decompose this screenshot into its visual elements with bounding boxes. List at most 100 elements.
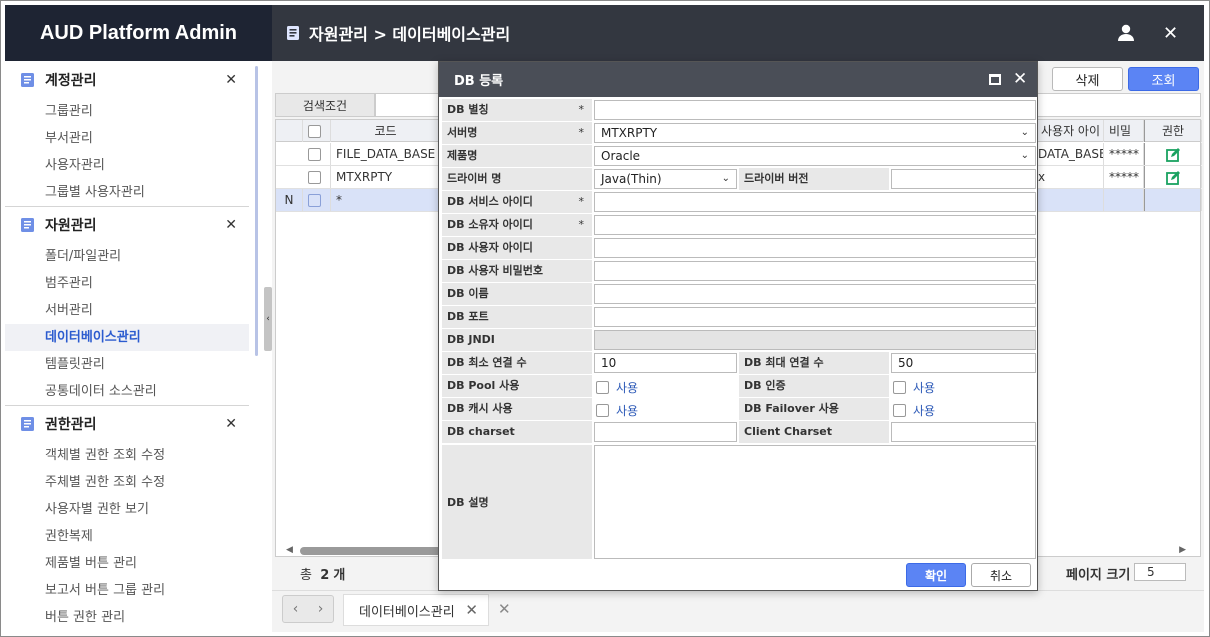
user-id-input[interactable] bbox=[594, 238, 1036, 258]
pool-checkbox[interactable]: 사용 bbox=[596, 379, 638, 396]
client-charset-input[interactable] bbox=[891, 422, 1036, 442]
sidebar-item-user-permission[interactable]: 사용자별 권한 보기 bbox=[5, 496, 249, 523]
tab-bar: ‹ › 데이터베이스관리 ✕ ✕ bbox=[272, 590, 1204, 632]
row-charset: DB charset Client Charset bbox=[442, 421, 1036, 443]
row-checkbox[interactable] bbox=[308, 148, 321, 161]
user-icon[interactable] bbox=[1117, 24, 1135, 42]
label-pool: DB Pool 사용 bbox=[442, 375, 592, 397]
description-textarea[interactable] bbox=[594, 445, 1036, 559]
select-all-checkbox[interactable] bbox=[308, 125, 321, 138]
collapse-sidebar-handle[interactable]: ‹ bbox=[264, 287, 272, 351]
sidebar-item-department[interactable]: 부서관리 bbox=[5, 125, 249, 152]
chevron-left-icon[interactable]: ‹ bbox=[293, 601, 299, 617]
document-icon bbox=[21, 417, 34, 431]
auth-checkbox[interactable]: 사용 bbox=[893, 379, 935, 396]
select-all-cell bbox=[303, 120, 331, 142]
row-user-id: DB 사용자 아이디 bbox=[442, 237, 1036, 259]
close-section-icon[interactable]: ✕ bbox=[225, 416, 237, 432]
row-checkbox[interactable] bbox=[308, 171, 321, 184]
header-auth[interactable]: 권한 bbox=[1144, 120, 1202, 142]
sidebar-item-database[interactable]: 데이터베이스관리 bbox=[5, 324, 249, 351]
page-size-input[interactable]: 5 bbox=[1134, 563, 1186, 581]
row-db-name: DB 이름 bbox=[442, 283, 1036, 305]
row-connections: DB 최소 연결 수 10 DB 최대 연결 수 50 bbox=[442, 352, 1036, 374]
header-user-id[interactable]: 사용자 아이 bbox=[1036, 120, 1104, 142]
alias-input[interactable] bbox=[594, 100, 1036, 120]
label-client-charset: Client Charset bbox=[739, 421, 889, 443]
header-password[interactable]: 비밀 bbox=[1104, 120, 1144, 142]
sidebar-item-common-datasource[interactable]: 공통데이터 소스관리 bbox=[5, 378, 249, 405]
sidebar-item-button-permission[interactable]: 버튼 권한 관리 bbox=[5, 604, 249, 631]
row-checkbox-cell bbox=[303, 143, 331, 165]
row-checkbox[interactable] bbox=[308, 194, 321, 207]
owner-id-input[interactable] bbox=[594, 215, 1036, 235]
sidebar-item-server[interactable]: 서버관리 bbox=[5, 297, 249, 324]
scroll-left-icon[interactable]: ◀ bbox=[286, 545, 293, 555]
row-server: 서버명 * MTXRPTY ⌄ bbox=[442, 122, 1036, 144]
confirm-button[interactable]: 확인 bbox=[906, 563, 966, 587]
server-select[interactable]: MTXRPTY ⌄ bbox=[594, 123, 1036, 143]
sidebar-item-group[interactable]: 그룹관리 bbox=[5, 98, 249, 125]
cell-user-id: DATA_BASE bbox=[1036, 143, 1104, 165]
max-connections-input[interactable]: 50 bbox=[891, 353, 1036, 373]
maximize-icon[interactable] bbox=[989, 74, 1001, 85]
close-all-tabs-icon[interactable]: ✕ bbox=[498, 600, 511, 618]
sidebar-section-account[interactable]: 계정관리 ✕ bbox=[5, 61, 249, 98]
sidebar-item-product-button[interactable]: 제품별 버튼 관리 bbox=[5, 550, 249, 577]
search-button[interactable]: 조회 bbox=[1128, 67, 1199, 91]
delete-button[interactable]: 삭제 bbox=[1052, 67, 1123, 91]
close-tab-icon[interactable]: ✕ bbox=[465, 601, 478, 619]
product-select[interactable]: Oracle ⌄ bbox=[594, 146, 1036, 166]
driver-version-input[interactable] bbox=[891, 169, 1036, 189]
cell-code[interactable]: * bbox=[331, 189, 441, 211]
section-title: 권한관리 bbox=[45, 417, 97, 433]
sidebar-item-group-users[interactable]: 그룹별 사용자관리 bbox=[5, 179, 249, 206]
row-driver: 드라이버 명 Java(Thin) ⌄ 드라이버 버전 bbox=[442, 168, 1036, 190]
min-connections-input[interactable]: 10 bbox=[594, 353, 737, 373]
failover-checkbox[interactable]: 사용 bbox=[893, 402, 935, 419]
user-password-input[interactable] bbox=[594, 261, 1036, 281]
close-icon[interactable]: ✕ bbox=[1013, 69, 1027, 89]
sidebar-section-resource[interactable]: 자원관리 ✕ bbox=[5, 206, 249, 243]
close-icon[interactable]: ✕ bbox=[1163, 23, 1178, 44]
sidebar-item-permission-copy[interactable]: 권한복제 bbox=[5, 523, 249, 550]
sidebar-item-category[interactable]: 범주관리 bbox=[5, 270, 249, 297]
db-name-input[interactable] bbox=[594, 284, 1036, 304]
sidebar: 계정관리 ✕ 그룹관리 부서관리 사용자관리 그룹별 사용자관리 자원관리 ✕ … bbox=[5, 61, 249, 632]
sidebar-item-users[interactable]: 사용자관리 bbox=[5, 152, 249, 179]
sidebar-item-template[interactable]: 템플릿관리 bbox=[5, 351, 249, 378]
chevron-down-icon: ⌄ bbox=[721, 173, 730, 184]
dialog-titlebar: DB 등록 ✕ bbox=[439, 62, 1037, 97]
section-title: 계정관리 bbox=[45, 72, 97, 89]
edit-icon[interactable] bbox=[1165, 170, 1181, 185]
close-section-icon[interactable]: ✕ bbox=[225, 217, 237, 233]
row-alias: DB 별칭 * bbox=[442, 99, 1036, 121]
cancel-button[interactable]: 취소 bbox=[971, 563, 1031, 587]
sidebar-scrollbar[interactable] bbox=[255, 66, 258, 356]
charset-input[interactable] bbox=[594, 422, 737, 442]
section-title: 자원관리 bbox=[45, 218, 97, 234]
tab-database[interactable]: 데이터베이스관리 ✕ bbox=[343, 594, 489, 626]
sidebar-item-subject-permission[interactable]: 주체별 권한 조회 수정 bbox=[5, 469, 249, 496]
service-id-input[interactable] bbox=[594, 192, 1036, 212]
chevron-right-icon[interactable]: › bbox=[318, 601, 324, 617]
cache-checkbox[interactable]: 사용 bbox=[596, 402, 638, 419]
scroll-right-icon[interactable]: ▶ bbox=[1179, 545, 1186, 555]
sidebar-item-object-permission[interactable]: 객체별 권한 조회 수정 bbox=[5, 442, 249, 469]
total-count: 총 2 개 bbox=[300, 564, 345, 583]
label-server: 서버명 * bbox=[442, 122, 592, 144]
sidebar-section-permission[interactable]: 권한관리 ✕ bbox=[5, 405, 249, 442]
driver-select[interactable]: Java(Thin) ⌄ bbox=[594, 169, 737, 189]
port-input[interactable] bbox=[594, 307, 1036, 327]
header-code[interactable]: 코드 bbox=[331, 120, 441, 142]
close-section-icon[interactable]: ✕ bbox=[225, 72, 237, 88]
sidebar-item-report-button-group[interactable]: 보고서 버튼 그룹 관리 bbox=[5, 577, 249, 604]
auth-checkbox-box bbox=[893, 381, 906, 394]
edit-icon[interactable] bbox=[1165, 147, 1181, 162]
row-checkbox-cell bbox=[303, 166, 331, 188]
sidebar-item-folder[interactable]: 폴더/파일관리 bbox=[5, 243, 249, 270]
tab-label: 데이터베이스관리 bbox=[359, 604, 455, 620]
cell-code: FILE_DATA_BASE bbox=[331, 143, 441, 165]
label-alias: DB 별칭 * bbox=[442, 99, 592, 121]
label-user-id: DB 사용자 아이디 bbox=[442, 237, 592, 259]
